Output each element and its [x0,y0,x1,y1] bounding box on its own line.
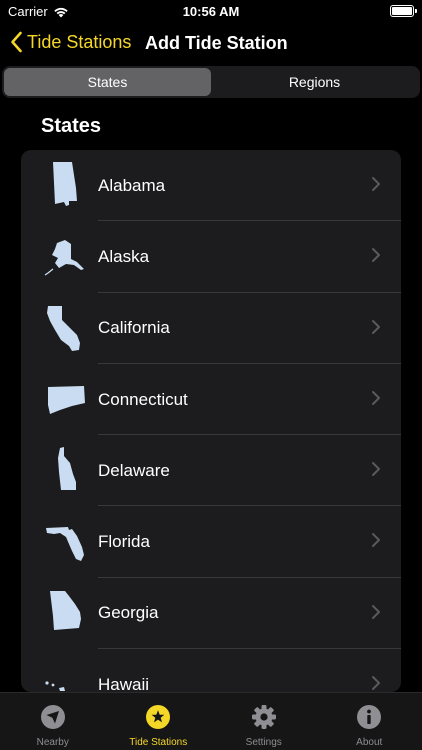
state-row-hawaii[interactable]: Hawaii [21,649,401,692]
state-name: Connecticut [98,389,188,409]
state-row-delaware[interactable]: Delaware [21,435,401,507]
chevron-right-icon [372,177,380,191]
tab-label: Nearby [36,737,69,748]
chevron-right-icon [372,533,380,548]
clock: 10:56 AM [182,4,240,19]
back-button-label: Tide Stations [27,31,132,52]
tab-tide-stations[interactable]: Tide Stations [106,693,212,750]
state-row-connecticut[interactable]: Connecticut [21,364,401,436]
segment-regions[interactable]: Regions [211,68,418,96]
georgia-map-icon [50,590,81,630]
location-arrow-icon [40,705,65,729]
segmented-control: States Regions [2,66,420,98]
tab-label: Settings [245,737,282,748]
back-button[interactable]: Tide Stations [10,31,131,53]
star-icon [146,705,171,729]
chevron-right-icon [372,390,380,405]
state-row-florida[interactable]: Florida [21,506,401,578]
tab-bar: Nearby Tide Stations Settings About [0,692,422,750]
status-bar: Carrier 10:56 AM [0,0,422,24]
state-row-georgia[interactable]: Georgia [21,578,401,650]
segment-label: Regions [288,74,341,90]
alabama-map-icon [53,162,77,206]
state-name: Florida [98,532,150,552]
tab-settings[interactable]: Settings [211,693,317,750]
section-header: States [41,115,102,137]
state-name: Alaska [98,246,150,266]
gear-icon [251,705,276,729]
chevron-right-icon [372,248,380,263]
state-name: Alabama [98,175,166,195]
segment-states[interactable]: States [4,68,211,96]
chevron-left-icon [11,31,22,53]
tab-about[interactable]: About [317,693,422,750]
state-name: Georgia [98,603,159,623]
chevron-right-icon [372,676,380,691]
state-name: California [98,318,170,338]
states-list: Alabama Alaska California Connecticut De… [21,150,401,692]
page-title: Add Tide Station [145,33,288,53]
state-name: Delaware [98,460,170,480]
segment-label: States [87,74,128,90]
tab-label: Tide Stations [129,737,188,748]
connecticut-map-icon [48,385,85,414]
info-icon [357,705,382,729]
navigation-bar: Tide Stations Add Tide Station [0,26,422,62]
alaska-map-icon [44,240,84,276]
delaware-map-icon [58,447,76,491]
chevron-right-icon [372,319,380,334]
hawaii-map-icon [45,681,65,692]
state-name: Hawaii [98,674,150,692]
state-row-alaska[interactable]: Alaska [21,221,401,293]
tab-label: About [356,737,383,748]
tab-nearby[interactable]: Nearby [0,693,106,750]
florida-map-icon [46,527,84,562]
california-map-icon [47,305,80,351]
state-row-alabama[interactable]: Alabama [21,150,401,222]
battery-icon [390,5,417,17]
state-row-california[interactable]: California [21,293,401,364]
chevron-right-icon [372,462,380,477]
chevron-right-icon [372,604,380,619]
